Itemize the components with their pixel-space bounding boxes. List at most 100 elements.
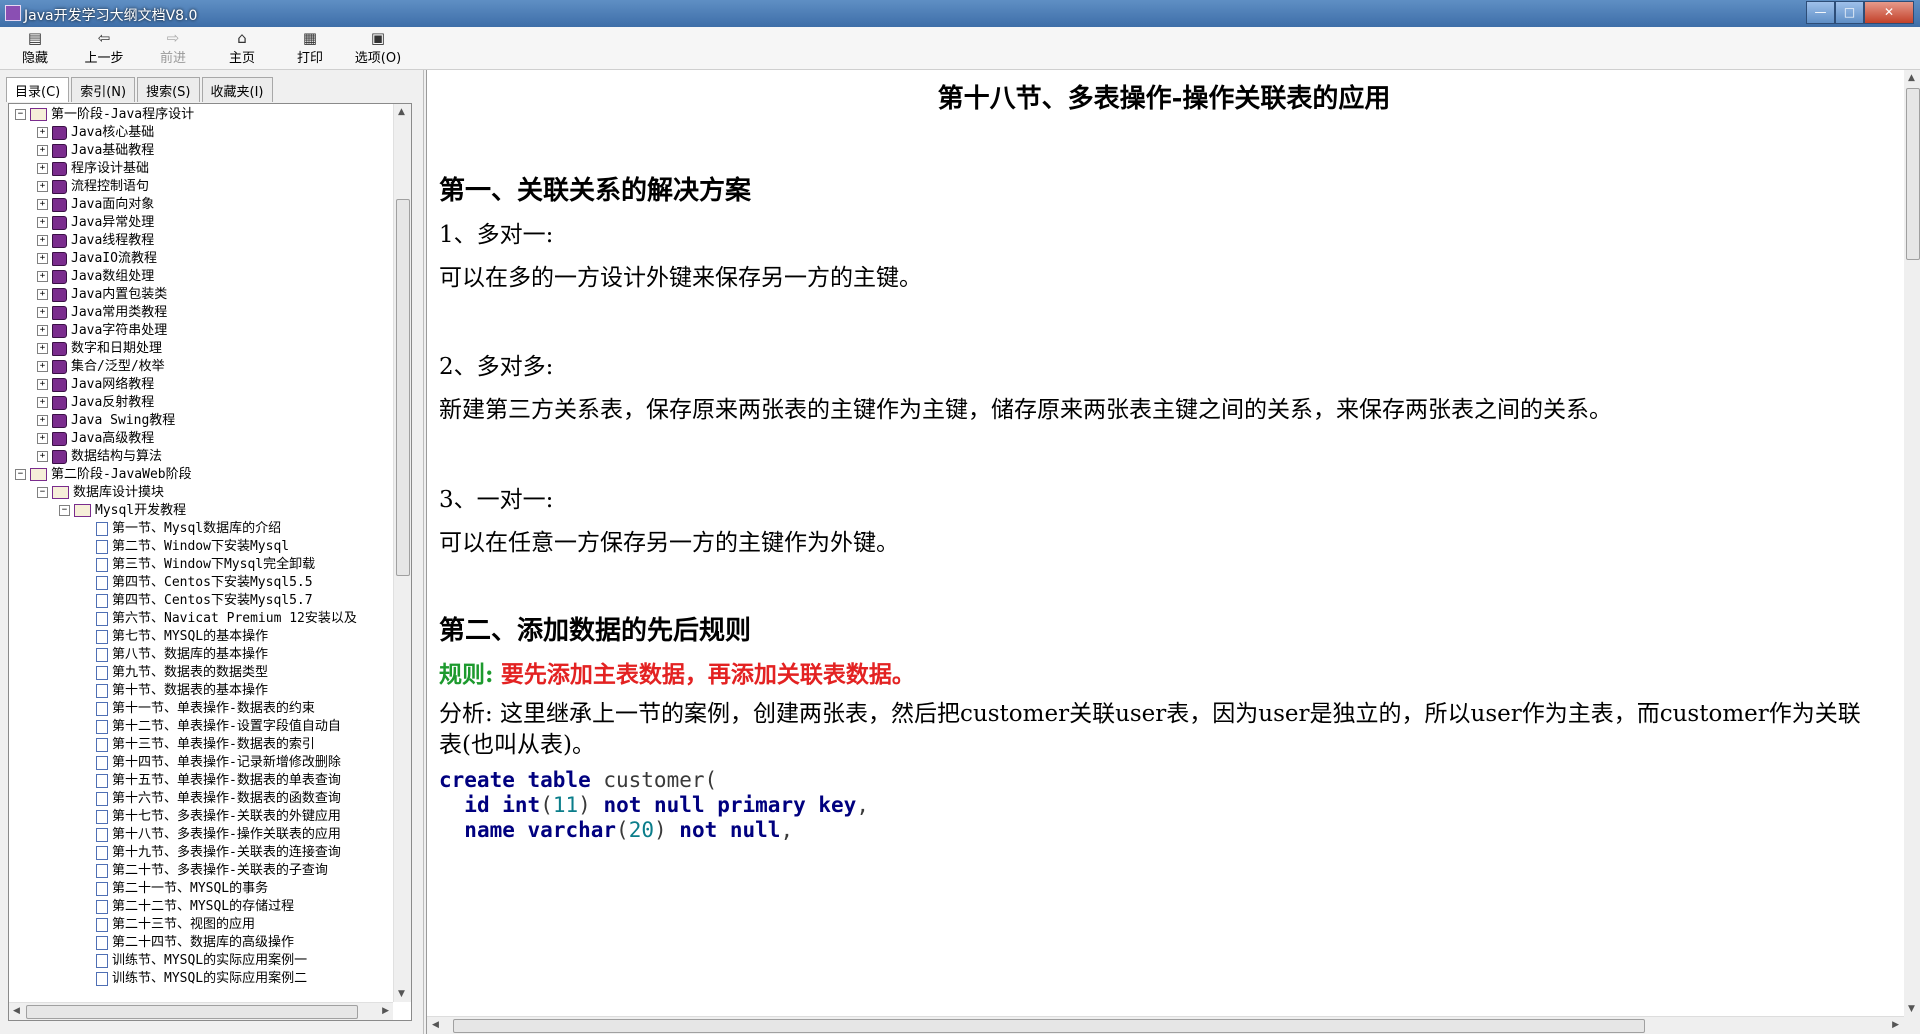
content-vertical-scrollbar[interactable]: ▲ ▼ xyxy=(1904,70,1920,1017)
tree-item[interactable]: + JavaIO流教程 xyxy=(37,250,157,268)
tree-item[interactable]: 第十七节、多表操作-关联表的外键应用 xyxy=(81,808,341,826)
forward-button[interactable]: ⇨ 前进 xyxy=(143,30,203,67)
tree-item[interactable]: 训练节、MYSQL的实际应用案例二 xyxy=(81,970,307,988)
tree-item[interactable]: 第四节、Centos下安装Mysql5.5 xyxy=(81,574,313,592)
tree-item[interactable]: 第十六节、单表操作-数据表的函数查询 xyxy=(81,790,341,808)
back-button[interactable]: ⇦ 上一步 xyxy=(74,30,134,67)
tree-item[interactable]: + Java异常处理 xyxy=(37,214,154,232)
tree-vertical-scroll-thumb[interactable] xyxy=(396,199,410,576)
close-button[interactable]: ✕ xyxy=(1864,1,1914,24)
tree-item[interactable]: + Java反射教程 xyxy=(37,394,154,412)
tree-item[interactable]: + Java网络教程 xyxy=(37,376,154,394)
expand-toggle-icon[interactable]: + xyxy=(37,379,48,390)
content-scroll-left-arrow-icon[interactable]: ◀ xyxy=(432,1020,439,1030)
tree-item[interactable]: 第六节、Navicat Premium 12安装以及 xyxy=(81,610,357,628)
collapse-toggle-icon[interactable]: − xyxy=(15,109,26,120)
tree-item[interactable]: − 第一阶段-Java程序设计 xyxy=(15,106,194,124)
expand-toggle-icon[interactable]: + xyxy=(37,433,48,444)
tree-item[interactable]: − 第二阶段-JavaWeb阶段 xyxy=(15,466,192,484)
collapse-toggle-icon[interactable]: − xyxy=(37,487,48,498)
hide-button[interactable]: ▤ 隐藏 xyxy=(5,30,65,67)
tree-item[interactable]: + 数字和日期处理 xyxy=(37,340,162,358)
resize-grip[interactable] xyxy=(1904,1017,1920,1034)
tree-item[interactable]: + Java高级教程 xyxy=(37,430,154,448)
tree-vertical-scrollbar[interactable]: ▲ ▼ xyxy=(393,104,411,1002)
tree-item[interactable]: 第十节、数据表的基本操作 xyxy=(81,682,268,700)
tree-item[interactable]: 第十五节、单表操作-数据表的单表查询 xyxy=(81,772,341,790)
tree-item[interactable]: + 集合/泛型/枚举 xyxy=(37,358,165,376)
tree-item[interactable]: + Java字符串处理 xyxy=(37,322,167,340)
tree-item[interactable]: 第七节、MYSQL的基本操作 xyxy=(81,628,268,646)
tree-item[interactable]: 第九节、数据表的数据类型 xyxy=(81,664,268,682)
collapse-toggle-icon[interactable]: − xyxy=(15,469,26,480)
tree-item[interactable]: 第二节、Window下安装Mysql xyxy=(81,538,289,556)
tree-horizontal-scroll-thumb[interactable] xyxy=(26,1005,358,1019)
tree-item[interactable]: + Java Swing教程 xyxy=(37,412,175,430)
expand-toggle-icon[interactable]: + xyxy=(37,145,48,156)
options-button[interactable]: ▣ 选项(O) xyxy=(348,30,408,67)
expand-toggle-icon[interactable]: + xyxy=(37,415,48,426)
tree-item[interactable]: 第二十节、多表操作-关联表的子查询 xyxy=(81,862,328,880)
content-scroll-down-arrow-icon[interactable]: ▼ xyxy=(1908,1004,1915,1014)
scroll-up-arrow-icon[interactable]: ▲ xyxy=(398,107,405,117)
tab-index[interactable]: 索引(N) xyxy=(71,77,136,102)
expand-toggle-icon[interactable]: + xyxy=(37,343,48,354)
tree-item[interactable]: + Java数组处理 xyxy=(37,268,154,286)
tree-item[interactable]: 第二十四节、数据库的高级操作 xyxy=(81,934,294,952)
tree-item[interactable]: 第四节、Centos下安装Mysql5.7 xyxy=(81,592,313,610)
tree-item[interactable]: 第十九节、多表操作-关联表的连接查询 xyxy=(81,844,341,862)
tree-item[interactable]: 第二十二节、MYSQL的存储过程 xyxy=(81,898,294,916)
tree-item[interactable]: 第十一节、单表操作-数据表的约束 xyxy=(81,700,315,718)
tree-item[interactable]: 第一节、Mysql数据库的介绍 xyxy=(81,520,281,538)
print-button[interactable]: ▦ 打印 xyxy=(280,30,340,67)
tree-item[interactable]: + 数据结构与算法 xyxy=(37,448,162,466)
expand-toggle-icon[interactable]: + xyxy=(37,217,48,228)
expand-toggle-icon[interactable]: + xyxy=(37,451,48,462)
content-scroll-up-arrow-icon[interactable]: ▲ xyxy=(1908,73,1915,83)
content-scroll-right-arrow-icon[interactable]: ▶ xyxy=(1892,1020,1899,1030)
expand-toggle-icon[interactable]: + xyxy=(37,397,48,408)
tab-search[interactable]: 搜索(S) xyxy=(137,77,200,102)
tree-item[interactable]: 第十二节、单表操作-设置字段值自动自 xyxy=(81,718,341,736)
tree-item[interactable]: + Java内置包装类 xyxy=(37,286,167,304)
tree-item[interactable]: 第十四节、单表操作-记录新增修改删除 xyxy=(81,754,341,772)
tree-item[interactable]: 训练节、MYSQL的实际应用案例一 xyxy=(81,952,307,970)
expand-toggle-icon[interactable]: + xyxy=(37,163,48,174)
tab-contents[interactable]: 目录(C) xyxy=(6,77,70,102)
tree-item[interactable]: 第三节、Window下Mysql完全卸载 xyxy=(81,556,315,574)
content-vertical-scroll-thumb[interactable] xyxy=(1906,88,1920,260)
content-horizontal-scrollbar[interactable]: ◀ ▶ xyxy=(427,1016,1904,1034)
expand-toggle-icon[interactable]: + xyxy=(37,235,48,246)
tree-item[interactable]: 第二十三节、视图的应用 xyxy=(81,916,255,934)
expand-toggle-icon[interactable]: + xyxy=(37,325,48,336)
tree-item[interactable]: + Java基础教程 xyxy=(37,142,154,160)
collapse-toggle-icon[interactable]: − xyxy=(59,505,70,516)
tree-item[interactable]: + Java常用类教程 xyxy=(37,304,167,322)
tree-item[interactable]: 第二十一节、MYSQL的事务 xyxy=(81,880,268,898)
content-horizontal-scroll-thumb[interactable] xyxy=(453,1019,1645,1033)
tree-item[interactable]: 第十八节、多表操作-操作关联表的应用 xyxy=(81,826,341,844)
minimize-button[interactable]: — xyxy=(1806,1,1835,24)
expand-toggle-icon[interactable]: + xyxy=(37,271,48,282)
expand-toggle-icon[interactable]: + xyxy=(37,289,48,300)
expand-toggle-icon[interactable]: + xyxy=(37,361,48,372)
scroll-down-arrow-icon[interactable]: ▼ xyxy=(398,989,405,999)
tree-item[interactable]: + 程序设计基础 xyxy=(37,160,149,178)
expand-toggle-icon[interactable]: + xyxy=(37,199,48,210)
tree-item[interactable]: − Mysql开发教程 xyxy=(59,502,186,520)
tree-item[interactable]: + Java面向对象 xyxy=(37,196,154,214)
tree-item[interactable]: − 数据库设计摸块 xyxy=(37,484,164,502)
expand-toggle-icon[interactable]: + xyxy=(37,181,48,192)
tree-item[interactable]: 第十三节、单表操作-数据表的索引 xyxy=(81,736,315,754)
expand-toggle-icon[interactable]: + xyxy=(37,307,48,318)
maximize-button[interactable]: □ xyxy=(1835,1,1864,24)
tree-horizontal-scrollbar[interactable]: ◀ ▶ xyxy=(9,1002,393,1020)
tree-item[interactable]: + Java核心基础 xyxy=(37,124,154,142)
expand-toggle-icon[interactable]: + xyxy=(37,127,48,138)
scroll-right-arrow-icon[interactable]: ▶ xyxy=(382,1006,389,1016)
expand-toggle-icon[interactable]: + xyxy=(37,253,48,264)
home-button[interactable]: ⌂ 主页 xyxy=(212,30,272,67)
scroll-left-arrow-icon[interactable]: ◀ xyxy=(13,1006,20,1016)
tree-item[interactable]: + 流程控制语句 xyxy=(37,178,149,196)
tree-item[interactable]: + Java线程教程 xyxy=(37,232,154,250)
